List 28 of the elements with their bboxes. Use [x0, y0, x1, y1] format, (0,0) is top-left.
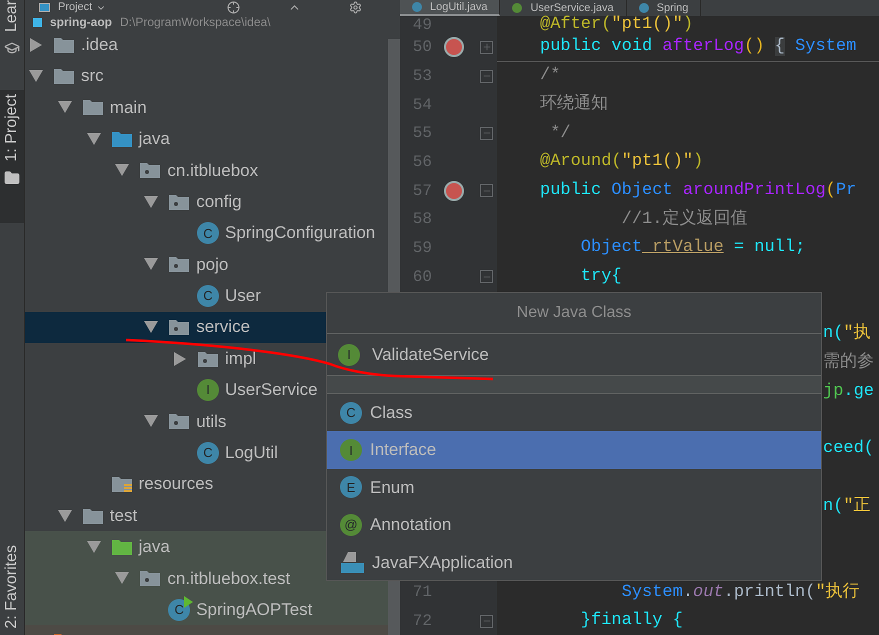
code-line: n("执	[823, 322, 871, 346]
code-line: /*	[540, 65, 560, 88]
code-line: n("正	[823, 496, 871, 518]
code-line: 需的参	[823, 351, 874, 374]
code-line: Object rtValue = null;	[580, 237, 806, 260]
code-line: //1.定义返回值	[620, 208, 748, 231]
interface-icon: I	[338, 344, 360, 366]
code-line: */	[549, 122, 571, 145]
popup-title: New Java Class	[516, 303, 632, 323]
interface-icon: I	[340, 439, 362, 462]
code-line: System.out.println("执行	[620, 581, 860, 604]
enum-icon: E	[340, 476, 362, 498]
code-line: public void afterLog() { System	[540, 36, 856, 58]
code-line: ceed(	[823, 438, 874, 460]
code-line: 环绕通知	[540, 93, 608, 116]
class-icon: C	[197, 222, 219, 244]
code-line: try{	[580, 266, 622, 288]
annotation-icon: @	[340, 514, 362, 536]
class-icon: C	[197, 284, 219, 307]
class-icon: C	[340, 402, 362, 424]
code-line: @Around("pt1()")	[540, 151, 704, 174]
test-class-icon: C	[168, 598, 190, 621]
code-line: public Object aroundPrintLog(Pr	[540, 180, 856, 202]
interface-icon: I	[197, 378, 219, 401]
class-icon: C	[197, 442, 219, 464]
code-line: jp.ge	[823, 380, 874, 403]
code-line: }finally {	[580, 610, 683, 632]
code-line: @After("pt1()")	[540, 14, 694, 36]
